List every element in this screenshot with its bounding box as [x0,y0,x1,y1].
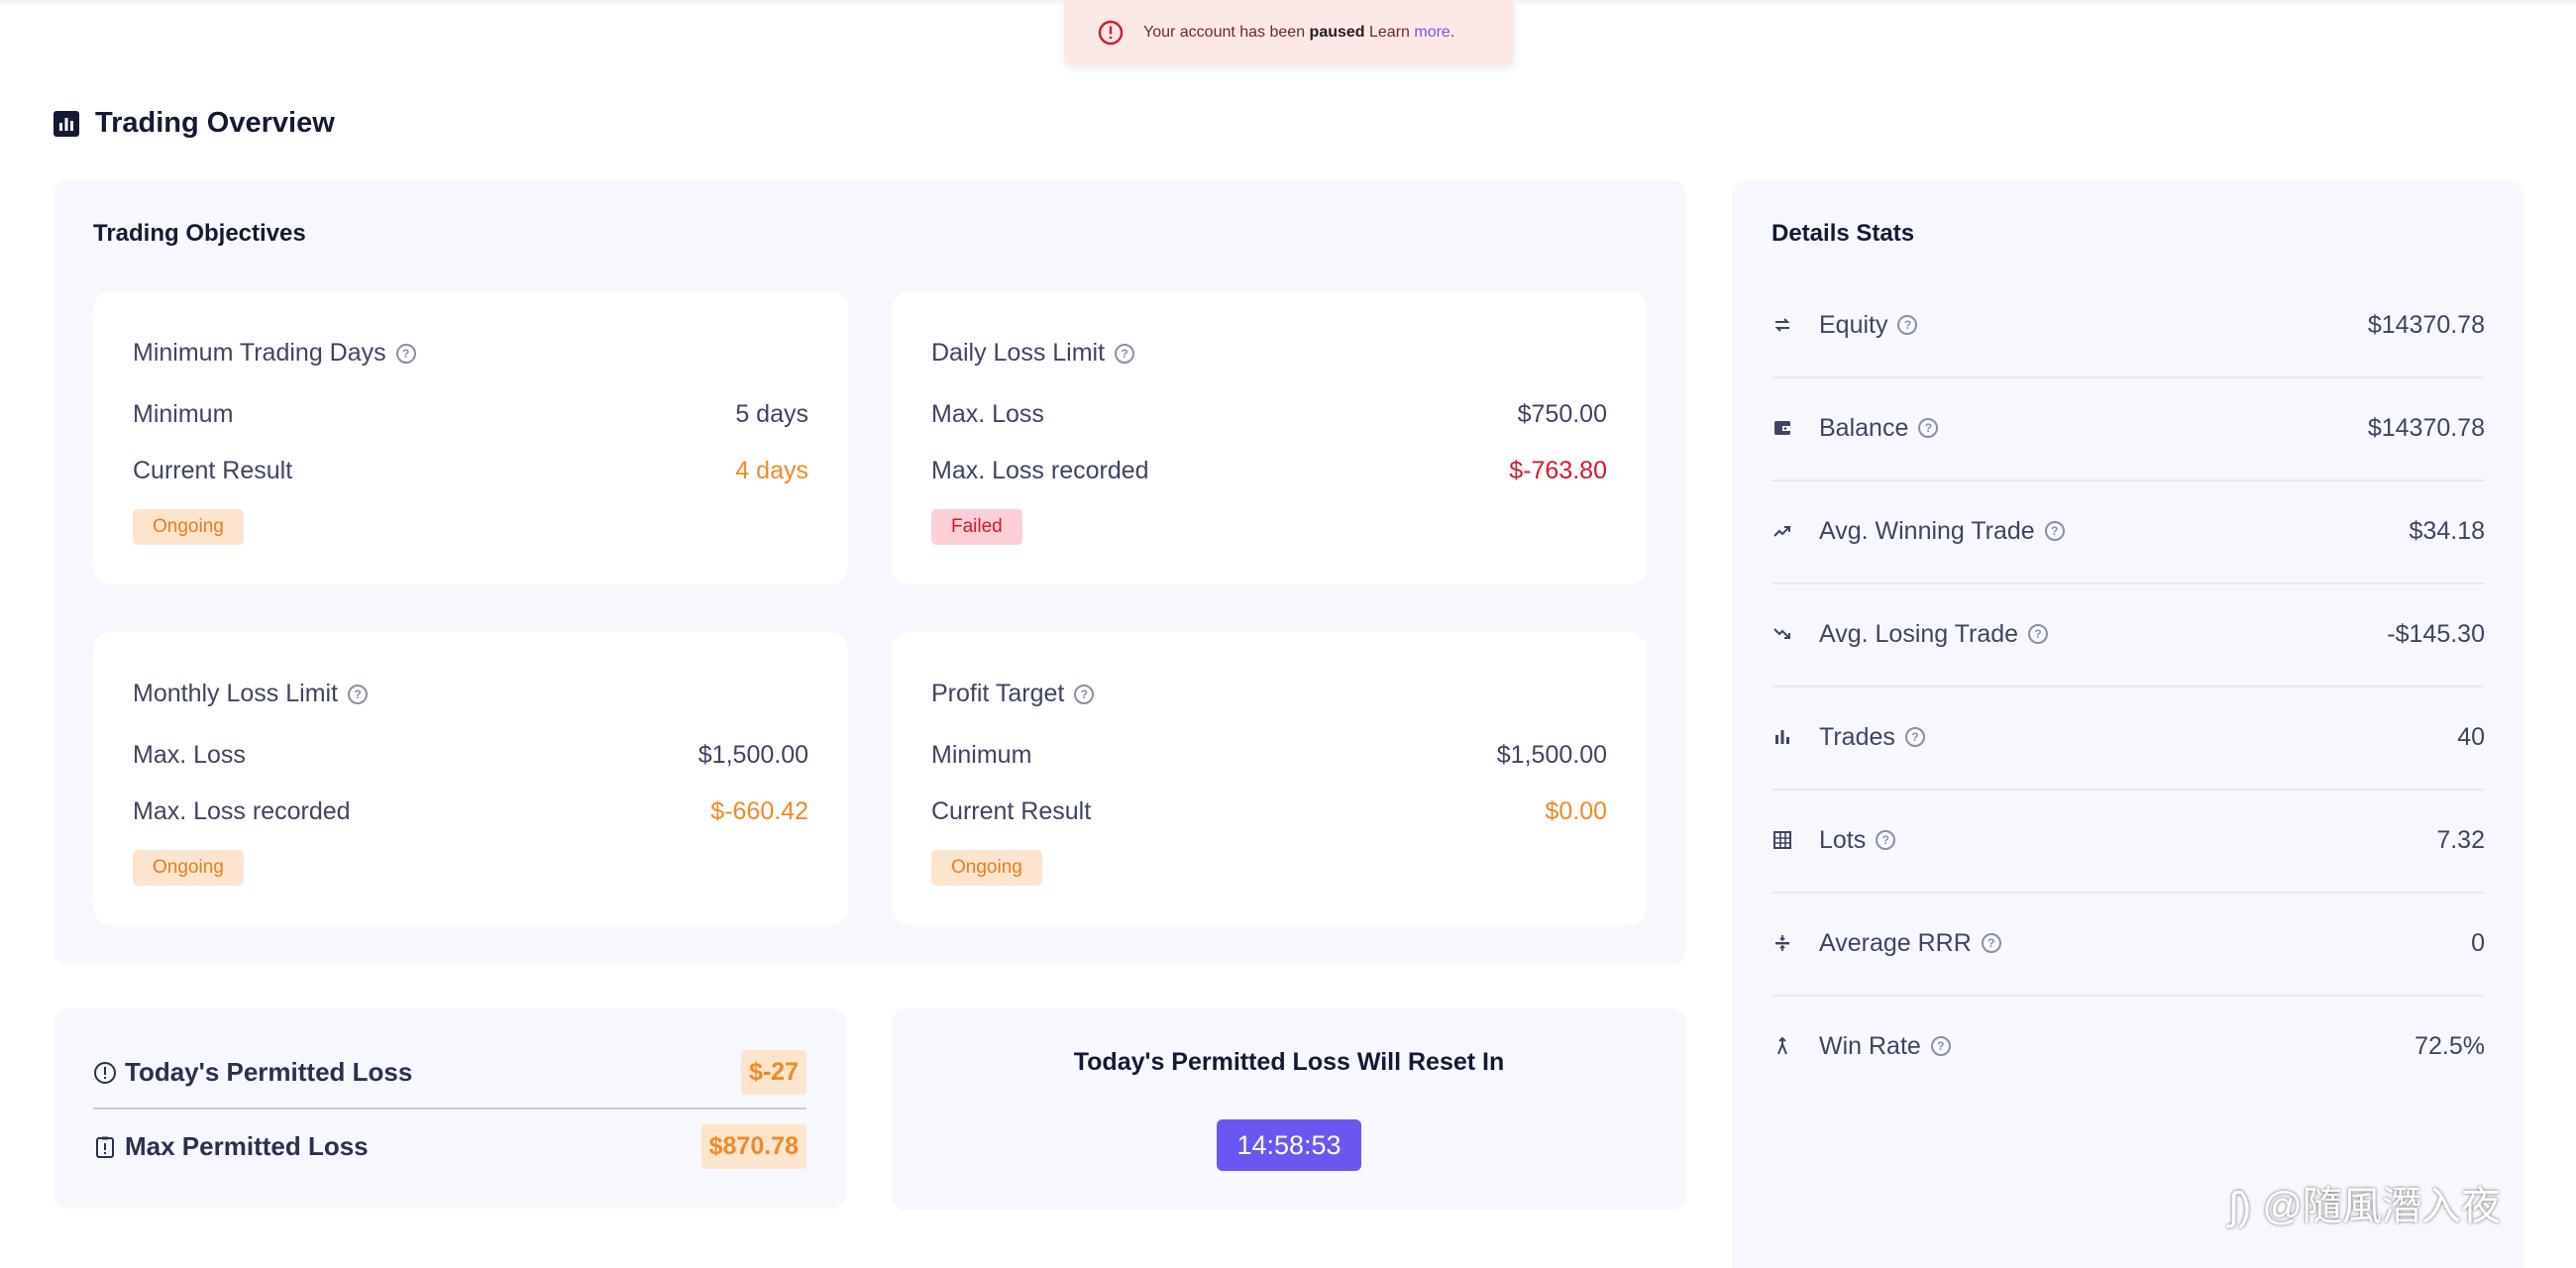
card-title: Minimum Trading Days [133,339,386,367]
stat-row-win-rate: Win Rate? 72.5% [1771,995,2485,1098]
help-icon[interactable]: ? [2044,521,2065,541]
stat-row-average-rrr: Average RRR? 0 [1771,892,2485,997]
row-value: $0.00 [1545,797,1607,825]
win-rate-icon [1777,1036,1787,1055]
help-icon[interactable]: ? [1876,830,1896,850]
row-value: 4 days [735,457,808,484]
status-badge: Ongoing [133,509,244,545]
stat-label: Average RRR [1819,928,1972,957]
clipboard-alert-icon [96,1136,114,1158]
objective-card-daily-loss-limit: Daily Loss Limit? Max. Loss $750.00 Max. … [892,291,1647,584]
row-label: Max. Loss recorded [133,797,351,825]
trend-up-icon [1773,526,1790,537]
arrows-swap-icon [1774,318,1790,332]
stat-row-avg-losing-trade: Avg. Losing Trade? -$145.30 [1771,582,2485,687]
stat-value: $14370.78 [2367,310,2485,339]
stat-row-equity: Equity? $14370.78 [1771,273,2485,378]
stat-label: Win Rate [1819,1031,1921,1060]
reset-title: Today's Permitted Loss Will Reset In [1073,1048,1505,1076]
stat-value: 40 [2457,722,2485,751]
help-icon[interactable]: ? [1897,315,1918,335]
help-icon[interactable]: ? [1930,1036,1951,1056]
row-value: $1,500.00 [698,741,808,769]
stat-value: 7.32 [2436,825,2485,854]
stat-label: Avg. Winning Trade [1819,516,2035,545]
help-icon[interactable]: ? [1115,343,1135,364]
grid-icon [1773,831,1791,849]
row-label: Max. Loss [931,400,1044,428]
help-icon[interactable]: ? [2028,624,2049,644]
alert-text: Your account has been paused Learn more. [1143,24,1455,41]
stat-value: 72.5% [2415,1031,2485,1060]
help-icon[interactable]: ? [1918,418,1939,438]
account-paused-alert: Your account has been paused Learn more. [1064,0,1514,65]
row-value: 5 days [735,400,808,428]
info-circle-icon [94,1061,116,1084]
watermark: ʃ) @隨風潛入夜 [2229,1185,2501,1228]
objective-card-monthly-loss-limit: Monthly Loss Limit? Max. Loss $1,500.00 M… [93,632,848,925]
row-label: Minimum [931,741,1032,769]
card-title: Daily Loss Limit [931,339,1106,367]
stat-row-balance: Balance? $14370.78 [1771,376,2485,481]
stat-label: Balance [1819,413,1909,442]
divide-icon [1775,935,1789,951]
row-label: Current Result [931,797,1092,825]
stat-label: Avg. Losing Trade [1819,619,2019,648]
section-title: Details Stats [1771,220,1915,247]
divider [93,1108,806,1110]
todays-permitted-loss-value: $-27 [740,1050,806,1095]
card-title: Monthly Loss Limit [133,680,339,707]
status-badge: Ongoing [133,850,244,886]
row-label: Minimum [133,400,234,428]
row-value: $750.00 [1517,400,1607,428]
row-value: $1,500.00 [1496,741,1607,769]
reset-countdown-panel: Today's Permitted Loss Will Reset In [892,1008,1686,1211]
objective-card-profit-target: Profit Target? Minimum $1,500.00 Current … [892,632,1647,925]
help-icon[interactable]: ? [395,343,416,364]
page-header: Trading Overview [54,107,335,140]
stat-label: Equity [1819,310,1888,339]
stat-label: Trades [1819,722,1895,751]
todays-permitted-loss-label: Today's Permitted Loss [125,1057,413,1087]
wallet-icon [1774,421,1790,435]
help-icon[interactable]: ? [348,684,369,704]
learn-more-link[interactable]: more [1414,24,1449,41]
page-title: Trading Overview [95,107,335,139]
row-value: $-763.80 [1509,457,1607,484]
bar-chart-icon [1775,730,1789,744]
countdown-timer: 14:58:53 [1217,1119,1361,1171]
row-label: Max. Loss [133,741,246,769]
trend-down-icon [1773,628,1790,639]
row-label: Current Result [133,457,293,484]
stat-row-lots: Lots? 7.32 [1771,789,2485,894]
objective-card-min-trading-days: Minimum Trading Days? Minimum 5 days Curr… [93,291,848,584]
stat-row-trades: Trades? 40 [1771,686,2485,791]
status-badge: Failed [931,509,1022,545]
section-title: Trading Objectives [93,220,306,247]
help-icon[interactable]: ? [1904,727,1925,747]
trading-objectives-panel: Trading Objectives Minimum Trading Days?… [54,180,1686,965]
stat-row-avg-winning-trade: Avg. Winning Trade? $34.18 [1771,479,2485,584]
bar-chart-icon [54,110,79,137]
help-icon[interactable]: ? [1074,684,1095,704]
stat-value: $14370.78 [2367,413,2485,442]
row-label: Max. Loss recorded [931,457,1149,484]
row-value: $-660.42 [710,797,808,825]
stat-value: $34.18 [2409,516,2485,545]
card-title: Profit Target [931,680,1065,707]
permitted-loss-panel: Today's Permitted Loss $-27 Max Permitte… [54,1008,846,1209]
max-permitted-loss-value: $870.78 [700,1124,806,1169]
help-icon[interactable]: ? [1981,933,2001,953]
status-badge: Ongoing [931,850,1042,886]
stat-value: -$145.30 [2387,619,2485,648]
stat-label: Lots [1819,825,1867,854]
stat-value: 0 [2471,928,2485,957]
alert-circle-icon [1098,20,1124,46]
max-permitted-loss-label: Max Permitted Loss [125,1131,369,1161]
